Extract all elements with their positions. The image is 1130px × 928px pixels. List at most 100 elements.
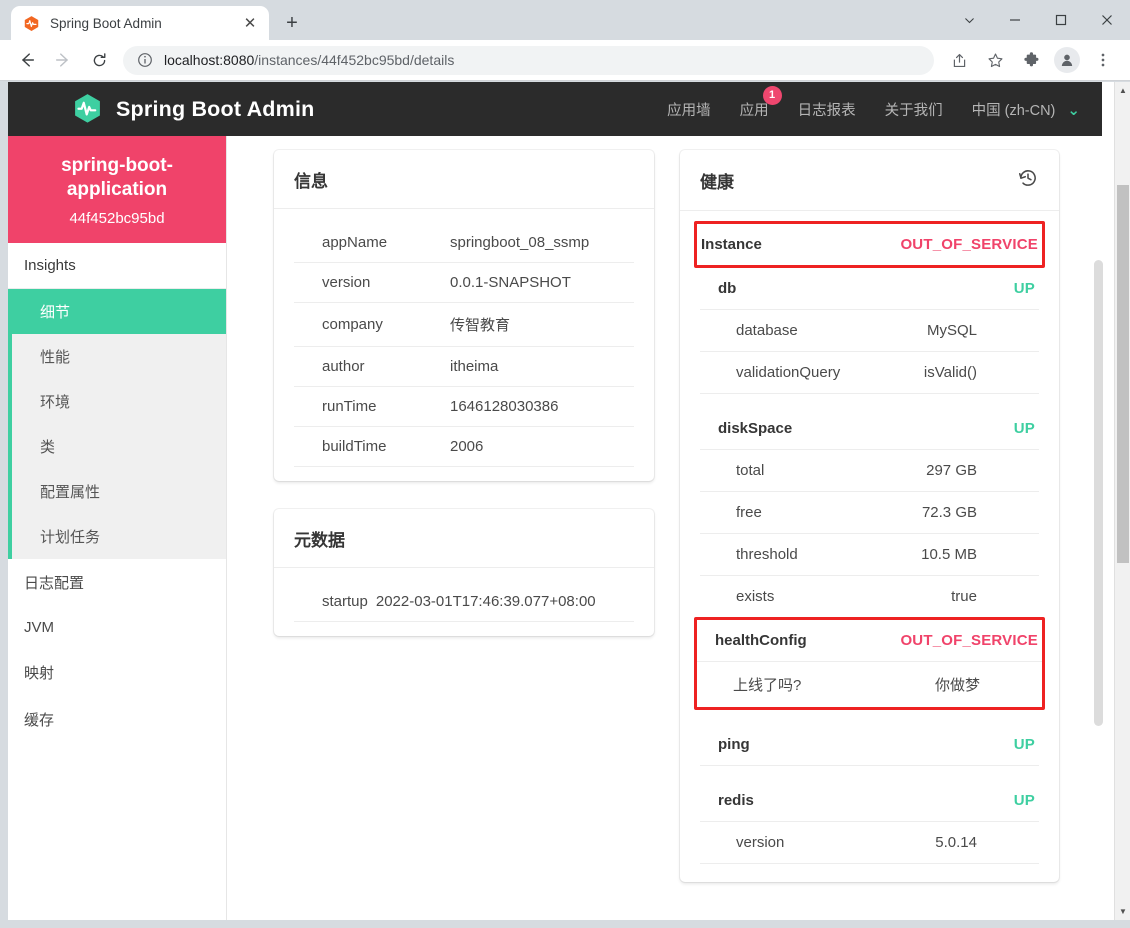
sidebar-item-performance[interactable]: 性能 [12,334,226,379]
health-detail-exists-value: true [951,588,977,605]
info-value-company: 传智教育 [446,302,634,347]
tab-search-icon[interactable] [946,4,992,36]
inner-scrollbar[interactable] [1091,164,1106,920]
health-detail-total: total 297 GB [700,450,1039,492]
toolbar-actions [941,45,1121,75]
instance-status-annotation: Instance OUT_OF_SERVICE [694,221,1045,268]
inner-scrollbar-thumb[interactable] [1094,260,1103,726]
extensions-puzzle-icon[interactable] [1016,45,1046,75]
metadata-table: startup 2022-03-01T17:46:39.077+08:00 [294,582,634,622]
bookmark-star-icon[interactable] [980,45,1010,75]
sidebar-item-environment[interactable]: 环境 [12,379,226,424]
minimize-button[interactable] [992,4,1038,36]
health-detail-database: database MySQL [700,310,1039,352]
health-group-ping[interactable]: ping UP [700,724,1039,766]
info-card-body: appName springboot_08_ssmp version 0.0.1… [274,209,654,481]
app-header: Spring Boot Admin 应用墙 应用 1 日志报表 关于我们 中国 … [8,82,1102,136]
scroll-down-arrow-icon[interactable]: ▼ [1115,903,1130,920]
health-card-title: 健康 [700,173,734,192]
health-group-diskspace-label: diskSpace [718,420,793,437]
back-button[interactable] [12,45,42,75]
health-detail-threshold: threshold 10.5 MB [700,534,1039,576]
forward-button[interactable] [48,45,78,75]
health-group-db[interactable]: db UP [700,268,1039,310]
info-value-runtime: 1646128030386 [446,386,634,427]
sidebar-item-jvm[interactable]: JVM [8,606,226,649]
info-key-company: company [294,302,446,347]
info-key-author: author [294,346,446,387]
spring-boot-admin-logo-icon [72,92,103,126]
health-detail-redis-version: version 5.0.14 [700,822,1039,864]
health-detail-total-value: 297 GB [926,462,977,479]
info-value-version: 0.0.1-SNAPSHOT [446,262,634,303]
health-detail-threshold-key: threshold [736,546,798,563]
health-detail-free-key: free [736,504,762,521]
health-card-header: 健康 [680,150,1059,211]
health-group-redis[interactable]: redis UP [700,780,1039,822]
nav-item-applications-label: 应用 [739,102,769,119]
tab-title: Spring Boot Admin [50,15,162,31]
health-detail-free: free 72.3 GB [700,492,1039,534]
page-scrollbar[interactable]: ▲ ▼ [1114,82,1130,920]
maximize-button[interactable] [1038,4,1084,36]
sidebar-item-scheduled-tasks[interactable]: 计划任务 [12,514,226,559]
close-window-button[interactable] [1084,4,1130,36]
tab-close-icon[interactable]: ✕ [239,12,261,34]
sidebar-item-details[interactable]: 细节 [8,288,226,334]
nav-locale-selector[interactable]: 中国 (zh-CN) ⌄ [972,99,1080,120]
app-brand-name: Spring Boot Admin [116,96,315,121]
health-detail-database-key: database [736,322,798,339]
sidebar-instance-id: 44f452bc95bd [69,209,165,227]
info-value-buildtime: 2006 [446,426,634,467]
app-nav: 应用墙 应用 1 日志报表 关于我们 中国 (zh-CN) ⌄ [638,85,1102,120]
nav-item-wall[interactable]: 应用墙 [667,99,711,120]
share-icon[interactable] [944,45,974,75]
scroll-up-arrow-icon[interactable]: ▲ [1115,82,1130,99]
health-detail-exists: exists true [700,576,1039,617]
nav-item-about[interactable]: 关于我们 [885,99,943,120]
sidebar-item-caches[interactable]: 缓存 [8,696,226,743]
profile-avatar-icon[interactable] [1054,47,1080,73]
health-group-healthconfig[interactable]: healthConfig OUT_OF_SERVICE [697,620,1042,662]
health-detail-free-value: 72.3 GB [921,504,977,521]
page-scrollbar-thumb[interactable] [1117,185,1129,563]
sidebar-item-classes[interactable]: 类 [12,424,226,469]
health-group-instance-label: Instance [701,236,762,253]
browser-menu-icon[interactable] [1088,45,1118,75]
health-group-diskspace[interactable]: diskSpace UP [700,408,1039,450]
sidebar: spring-boot-application 44f452bc95bd Ins… [8,136,227,920]
nav-locale-label: 中国 (zh-CN) [971,102,1056,119]
nav-item-about-label: 关于我们 [884,102,943,119]
health-detail-threshold-value: 10.5 MB [921,546,977,563]
history-clock-icon[interactable] [1017,167,1039,194]
address-bar[interactable]: localhost:8080/instances/44f452bc95bd/de… [123,45,934,75]
new-tab-button[interactable]: + [278,9,306,37]
chevron-down-icon: ⌄ [1067,101,1080,119]
site-information-icon[interactable] [137,52,154,69]
table-row: company 传智教育 [294,302,634,347]
sidebar-item-loggers[interactable]: 日志配置 [8,559,226,606]
nav-badge-count: 1 [762,85,782,105]
health-detail-online: 上线了吗? 你做梦 [697,662,1042,707]
app-brand[interactable]: Spring Boot Admin [72,92,314,126]
health-group-db-status: UP [1013,280,1035,297]
sidebar-insights-group: 细节 性能 环境 类 配置属性 计划任务 [8,288,226,559]
health-group-instance[interactable]: Instance OUT_OF_SERVICE [697,224,1042,265]
browser-tab[interactable]: Spring Boot Admin ✕ [11,6,269,40]
health-group-redis-label: redis [718,792,754,809]
nav-item-journal-label: 日志报表 [797,102,856,119]
reload-button[interactable] [84,45,114,75]
nav-item-journal[interactable]: 日志报表 [798,99,856,120]
health-group-diskspace-status: UP [1013,420,1035,437]
health-detail-exists-key: exists [736,588,775,605]
sidebar-item-mappings[interactable]: 映射 [8,649,226,696]
info-key-version: version [294,262,446,303]
nav-item-applications[interactable]: 应用 1 [739,85,782,120]
health-detail-redis-version-key: version [736,834,785,851]
left-column: 信息 appName springboot_08_ssmp version 0.… [274,150,654,636]
sidebar-item-configprops[interactable]: 配置属性 [12,469,226,514]
info-card: 信息 appName springboot_08_ssmp version 0.… [274,150,654,481]
